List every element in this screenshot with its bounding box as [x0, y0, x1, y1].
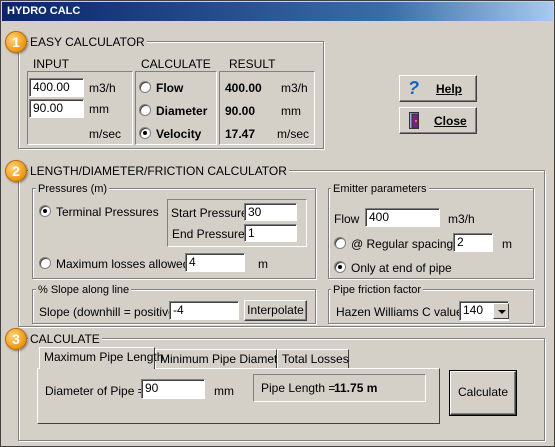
easy-calculator-title: EASY CALCULATOR: [28, 35, 147, 49]
close-button[interactable]: Close: [399, 107, 477, 134]
tab-maximum-pipe-length[interactable]: Maximum Pipe Length: [39, 347, 163, 369]
step-3-badge: 3: [5, 328, 27, 350]
pipe-length-label: Pipe Length =: [261, 381, 336, 395]
emitter-flow-unit: m3/h: [448, 212, 475, 226]
ldf-calculator-title: LENGTH/DIAMETER/FRICTION CALCULATOR: [28, 164, 289, 178]
app-window: HYDRO CALC EASY CALCULATOR 1 INPUT CALCU…: [0, 0, 555, 447]
start-pressure-label: Start Pressure: [171, 206, 248, 220]
diameter-unit: mm: [89, 102, 109, 116]
input-header: INPUT: [33, 57, 69, 71]
calculate-button[interactable]: Calculate: [449, 370, 517, 416]
flow-unit: m3/h: [89, 81, 116, 95]
result-header: RESULT: [229, 57, 276, 71]
pipe-length-value: 11.75 m: [334, 381, 378, 395]
radio-maximum-losses[interactable]: [39, 257, 51, 269]
result-diameter-value: 90.00: [225, 104, 256, 118]
radio-flow[interactable]: [139, 81, 151, 93]
door-exit-icon: [409, 112, 422, 129]
window-title: HYDRO CALC: [2, 2, 553, 21]
maximum-losses-unit: m: [258, 257, 268, 271]
velocity-unit: m/sec: [89, 127, 122, 141]
radio-flow-label[interactable]: Flow: [156, 81, 183, 95]
end-pressure-input[interactable]: 1: [244, 224, 297, 242]
chevron-down-icon[interactable]: [493, 303, 509, 319]
result-flow-value: 400.00: [225, 81, 262, 95]
terminal-pressures-label[interactable]: Terminal Pressures: [56, 205, 159, 219]
maximum-losses-label[interactable]: Maximum losses allowed: [56, 257, 189, 271]
calculate-title: CALCULATE: [28, 332, 102, 346]
emitter-flow-input[interactable]: 400: [365, 208, 440, 227]
pipe-diameter-input[interactable]: 90: [141, 379, 205, 399]
emitter-title: Emitter parameters: [331, 182, 429, 196]
calculate-header: CALCULATE: [141, 57, 211, 71]
pipe-diameter-unit: mm: [214, 384, 234, 398]
tab-minimum-pipe-diameter[interactable]: Minimum Pipe Diameter: [155, 349, 288, 369]
result-velocity-unit: m/sec: [277, 127, 310, 141]
radio-velocity-label[interactable]: Velocity: [156, 127, 201, 141]
slope-input[interactable]: -4: [169, 301, 239, 320]
help-button[interactable]: ? Help: [399, 75, 477, 102]
end-pressure-label: End Pressure: [172, 227, 245, 241]
radio-velocity[interactable]: [139, 127, 151, 139]
end-of-pipe-label[interactable]: Only at end of pipe: [351, 261, 452, 275]
radio-regular-spacing[interactable]: [334, 237, 346, 249]
regular-spacing-label[interactable]: @ Regular spacing: [351, 237, 453, 251]
step-1-badge: 1: [5, 31, 27, 53]
friction-title: Pipe friction factor: [331, 283, 424, 297]
radio-diameter[interactable]: [139, 104, 151, 116]
emitter-flow-label: Flow: [334, 212, 360, 226]
regular-spacing-unit: m: [502, 237, 512, 251]
diameter-input[interactable]: 90.00: [29, 99, 84, 118]
radio-terminal-pressures[interactable]: [39, 205, 51, 217]
maximum-losses-input[interactable]: 4: [185, 253, 245, 272]
slope-title: % Slope along line: [36, 283, 132, 297]
tab-total-losses[interactable]: Total Losses: [277, 349, 349, 369]
regular-spacing-input[interactable]: 2: [453, 233, 493, 252]
interpolate-button[interactable]: Interpolate: [244, 300, 307, 321]
pressures-title: Pressures (m): [36, 182, 110, 196]
step-2-badge: 2: [5, 160, 27, 182]
radio-end-of-pipe[interactable]: [334, 261, 346, 273]
result-velocity-value: 17.47: [225, 127, 256, 141]
result-flow-unit: m3/h: [281, 81, 308, 95]
flow-input[interactable]: 400.00: [29, 78, 84, 97]
question-mark-icon: ?: [408, 78, 419, 98]
radio-diameter-label[interactable]: Diameter: [156, 104, 207, 118]
result-diameter-unit: mm: [281, 104, 301, 118]
slope-label: Slope (downhill = positive): [39, 305, 179, 319]
close-button-label: Close: [434, 114, 467, 128]
pipe-diameter-label: Diameter of Pipe =: [45, 384, 145, 398]
start-pressure-input[interactable]: 30: [244, 203, 297, 221]
hazen-williams-label: Hazen Williams C value: [336, 305, 463, 319]
help-button-label: Help: [436, 82, 463, 96]
